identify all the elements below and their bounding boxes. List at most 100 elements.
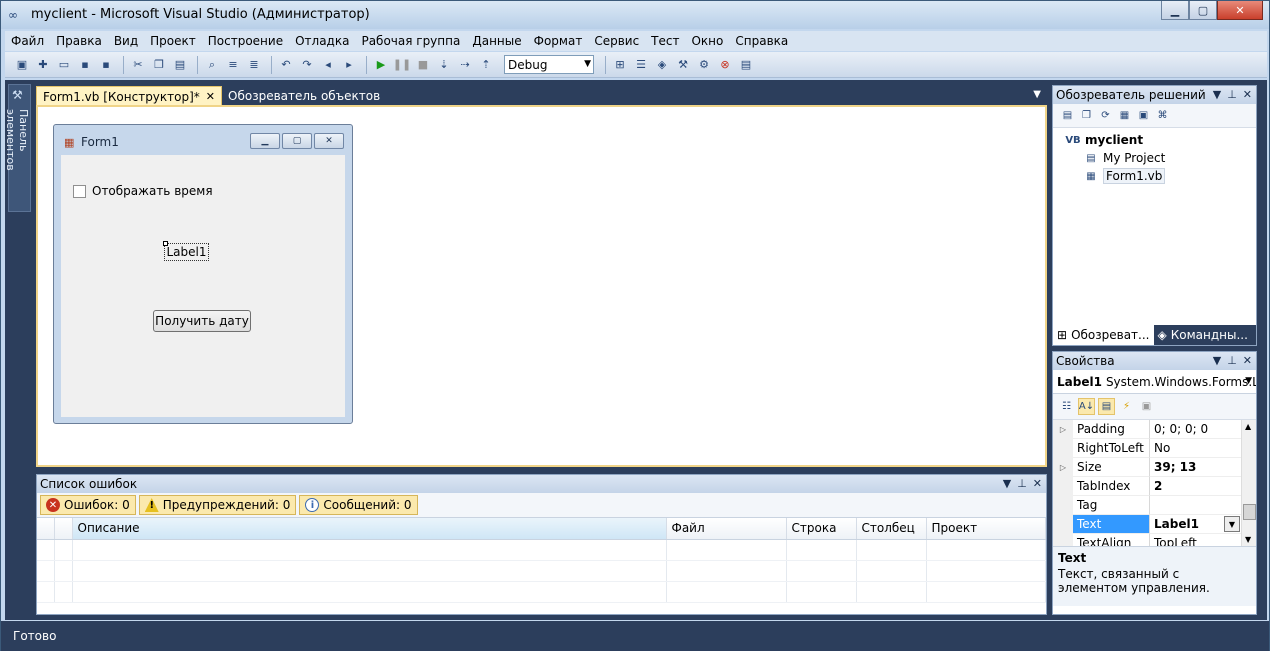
property-row-tabindex[interactable]: TabIndex 2 <box>1053 477 1256 496</box>
menu-project[interactable]: Проект <box>150 34 196 48</box>
copy-icon[interactable]: ❐ <box>150 56 168 74</box>
expand-icon[interactable]: ▷ <box>1053 458 1073 477</box>
menu-file[interactable]: Файл <box>11 34 44 48</box>
navigate-back-icon[interactable]: ◂ <box>319 56 337 74</box>
tree-item-project[interactable]: VB myclient <box>1053 131 1256 149</box>
close-panel-icon[interactable]: ✕ <box>1243 354 1252 367</box>
tab-object-browser[interactable]: Обозреватель объектов <box>222 86 386 106</box>
label1-control[interactable]: Label1 <box>163 241 209 261</box>
warnings-filter-button[interactable]: ! Предупреждений: 0 <box>138 495 297 515</box>
class-diagram-icon[interactable]: ⌘ <box>1154 107 1171 124</box>
class-view-icon[interactable]: ⚙ <box>695 56 713 74</box>
step-into-icon[interactable]: ⇣ <box>435 56 453 74</box>
panel-menu-icon[interactable]: ▼ <box>1213 88 1221 101</box>
properties-window-icon[interactable]: ☰ <box>632 56 650 74</box>
column-header-icon[interactable] <box>37 518 55 540</box>
menu-data[interactable]: Данные <box>472 34 521 48</box>
add-item-icon[interactable]: ✚ <box>34 56 52 74</box>
toolbox-tab[interactable]: ⚒ Панель элементов <box>4 84 31 212</box>
property-grid-scrollbar[interactable]: ▲ ▼ <box>1241 420 1256 546</box>
title-bar[interactable]: ∞ myclient - Microsoft Visual Studio (Ад… <box>1 1 1269 29</box>
paste-icon[interactable]: ▤ <box>171 56 189 74</box>
new-project-icon[interactable]: ▣ <box>13 56 31 74</box>
panel-menu-icon[interactable]: ▼ <box>1003 477 1011 490</box>
properties-icon[interactable]: ▤ <box>1059 107 1076 124</box>
step-out-icon[interactable]: ⇡ <box>477 56 495 74</box>
view-code-icon[interactable]: ▦ <box>1116 107 1133 124</box>
form-designer-surface[interactable]: ▦ Form1 ▁ ▢ ✕ Отображать время Label1 По… <box>36 105 1047 467</box>
property-value[interactable]: Label1 <box>1154 517 1199 531</box>
property-row-text[interactable]: Text Label1 ▼ <box>1053 515 1256 534</box>
checkbox-box[interactable] <box>73 184 86 198</box>
navigate-forward-icon[interactable]: ▸ <box>340 56 358 74</box>
error-list-icon[interactable]: ⊗ <box>716 56 734 74</box>
resize-handle[interactable] <box>163 241 168 246</box>
chevron-down-icon[interactable]: ▼ <box>1224 516 1240 532</box>
scroll-down-icon[interactable]: ▼ <box>1245 535 1251 544</box>
save-icon[interactable]: ▪ <box>76 56 94 74</box>
menu-help[interactable]: Справка <box>735 34 788 48</box>
column-header-line[interactable]: Строка <box>786 518 857 540</box>
form1-client-area[interactable]: Отображать время Label1 Получить дату <box>61 155 345 417</box>
menu-tools[interactable]: Сервис <box>594 34 639 48</box>
pin-icon[interactable]: ⊥ <box>1017 477 1027 490</box>
object-selector[interactable]: Label1 System.Windows.Forms.La ▼ <box>1053 370 1256 394</box>
property-row-padding[interactable]: ▷ Padding 0; 0; 0; 0 <box>1053 420 1256 439</box>
property-row-textalign[interactable]: TextAlign TopLeft <box>1053 534 1256 546</box>
menu-window[interactable]: Окно <box>691 34 723 48</box>
column-header-description[interactable]: Описание <box>72 518 667 540</box>
object-browser-icon[interactable]: ◈ <box>653 56 671 74</box>
active-files-dropdown-icon[interactable]: ▼ <box>1033 89 1041 100</box>
cut-icon[interactable]: ✂ <box>129 56 147 74</box>
scroll-up-icon[interactable]: ▲ <box>1245 422 1251 431</box>
close-button[interactable]: ✕ <box>1217 1 1263 20</box>
menu-view[interactable]: Вид <box>114 34 138 48</box>
close-panel-icon[interactable]: ✕ <box>1243 88 1252 101</box>
property-row-size[interactable]: ▷ Size 39; 13 <box>1053 458 1256 477</box>
properties-view-icon[interactable]: ▤ <box>1098 398 1115 415</box>
undo-icon[interactable]: ↶ <box>277 56 295 74</box>
menu-edit[interactable]: Правка <box>56 34 102 48</box>
alphabetical-icon[interactable]: A↓ <box>1078 398 1095 415</box>
column-header-file[interactable]: Файл <box>666 518 787 540</box>
column-header-project[interactable]: Проект <box>926 518 1046 540</box>
panel-menu-icon[interactable]: ▼ <box>1213 354 1221 367</box>
save-all-icon[interactable]: ▪ <box>97 56 115 74</box>
property-row-tag[interactable]: Tag <box>1053 496 1256 515</box>
close-tab-icon[interactable]: ✕ <box>206 90 215 103</box>
categorized-icon[interactable]: ☷ <box>1058 398 1075 415</box>
property-pages-icon[interactable]: ▣ <box>1138 398 1155 415</box>
view-designer-icon[interactable]: ▣ <box>1135 107 1152 124</box>
pin-icon[interactable]: ⊥ <box>1227 88 1237 101</box>
form1-window[interactable]: ▦ Form1 ▁ ▢ ✕ Отображать время Label1 По… <box>53 124 353 424</box>
column-header-number[interactable] <box>54 518 73 540</box>
menu-team[interactable]: Рабочая группа <box>361 34 460 48</box>
tab-form1-designer[interactable]: Form1.vb [Конструктор]* ✕ <box>36 86 223 106</box>
tab-team-explorer[interactable]: ◈ Командны... <box>1154 325 1252 345</box>
solution-explorer-icon[interactable]: ⊞ <box>611 56 629 74</box>
toolbox-icon[interactable]: ⚒ <box>674 56 692 74</box>
show-all-files-icon[interactable]: ❐ <box>1078 107 1095 124</box>
output-icon[interactable]: ▤ <box>737 56 755 74</box>
expand-icon[interactable]: ▷ <box>1053 420 1073 439</box>
get-date-button[interactable]: Получить дату <box>153 310 251 332</box>
tree-item-my-project[interactable]: ▤ My Project <box>1053 149 1256 167</box>
start-debug-icon[interactable]: ▶ <box>372 56 390 74</box>
menu-build[interactable]: Построение <box>208 34 283 48</box>
events-icon[interactable]: ⚡ <box>1118 398 1135 415</box>
open-file-icon[interactable]: ▭ <box>55 56 73 74</box>
pin-icon[interactable]: ⊥ <box>1227 354 1237 367</box>
menu-debug[interactable]: Отладка <box>295 34 349 48</box>
find-icon[interactable]: ⌕ <box>203 56 221 74</box>
refresh-icon[interactable]: ⟳ <box>1097 107 1114 124</box>
maximize-button[interactable]: ▢ <box>1189 1 1217 20</box>
uncomment-icon[interactable]: ≣ <box>245 56 263 74</box>
stop-icon[interactable]: ■ <box>414 56 432 74</box>
tree-item-form1[interactable]: ▦ Form1.vb <box>1053 167 1256 185</box>
tab-solution-explorer[interactable]: ⊞ Обозреват... <box>1053 325 1154 345</box>
redo-icon[interactable]: ↷ <box>298 56 316 74</box>
close-panel-icon[interactable]: ✕ <box>1033 477 1042 490</box>
pause-icon[interactable]: ❚❚ <box>393 56 411 74</box>
show-time-checkbox[interactable]: Отображать время <box>73 184 213 198</box>
comment-icon[interactable]: ≡ <box>224 56 242 74</box>
